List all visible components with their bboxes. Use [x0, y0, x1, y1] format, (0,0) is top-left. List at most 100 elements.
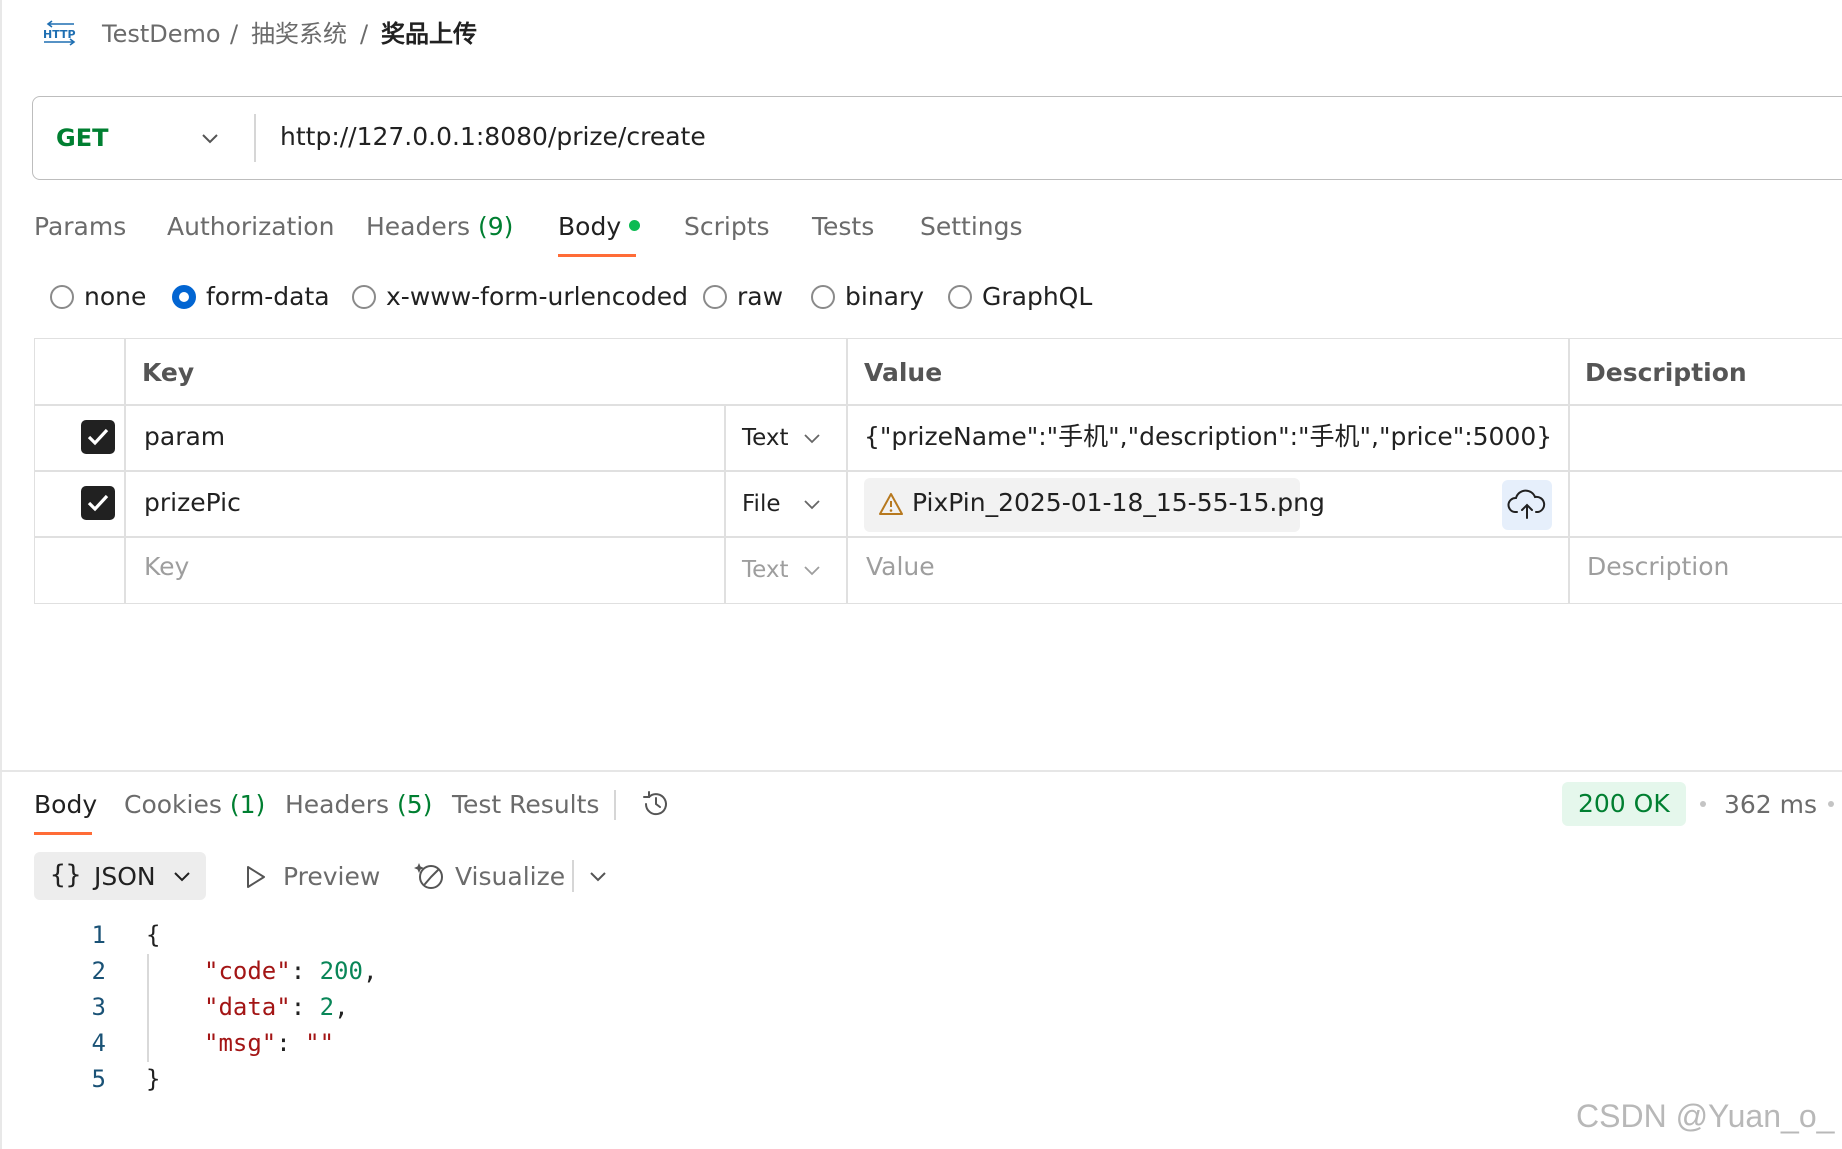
- code-line: "code": 200,: [204, 957, 378, 985]
- json-key: "msg": [204, 1029, 277, 1057]
- row-type-select[interactable]: Text: [742, 422, 789, 454]
- cloud-upload-icon: [1507, 489, 1546, 519]
- chevron-down-icon[interactable]: [802, 428, 822, 448]
- check-icon: [87, 428, 109, 446]
- response-tab-body[interactable]: Body: [34, 788, 97, 822]
- row-type-select[interactable]: File: [742, 488, 781, 520]
- radio-graphql[interactable]: [948, 285, 972, 309]
- json-punct: ,: [362, 957, 378, 985]
- code-line: "msg": "": [204, 1029, 335, 1057]
- response-tab-headers[interactable]: Headers (5): [285, 788, 432, 822]
- row-value[interactable]: {"prizeName":"手机","description":"手机","pr…: [864, 420, 1554, 454]
- code-line: {: [146, 921, 161, 949]
- breadcrumb-folder[interactable]: 抽奖系统: [251, 18, 347, 50]
- json-braces-icon: {}: [50, 860, 82, 890]
- tab-settings[interactable]: Settings: [920, 210, 1023, 244]
- table-divider: [34, 470, 1842, 472]
- divider: [572, 860, 574, 892]
- chevron-down-icon[interactable]: [588, 866, 608, 886]
- upload-file-button[interactable]: [1502, 480, 1552, 530]
- watermark: CSDN @Yuan_o_: [1576, 1098, 1835, 1134]
- http-icon: HTTP: [43, 20, 76, 46]
- response-tab-cookies[interactable]: Cookies (1): [124, 788, 265, 822]
- tab-count: (9): [478, 212, 514, 241]
- tab-params[interactable]: Params: [34, 210, 126, 244]
- play-icon: [247, 866, 265, 888]
- radio-binary[interactable]: [811, 285, 835, 309]
- modified-dot: [629, 220, 641, 231]
- divider: [614, 790, 616, 820]
- row-key[interactable]: prizePic: [144, 486, 241, 520]
- response-tab-test-results[interactable]: Test Results: [452, 788, 599, 822]
- tab-label: Cookies: [124, 790, 222, 819]
- column-header-description: Description: [1585, 358, 1747, 387]
- line-number: 1: [91, 921, 106, 949]
- row-key[interactable]: param: [144, 420, 225, 454]
- tab-authorization[interactable]: Authorization: [167, 210, 334, 244]
- breadcrumb-separator: /: [230, 20, 239, 48]
- active-tab-indicator: [558, 254, 636, 257]
- radio-label-graphql[interactable]: GraphQL: [982, 280, 1092, 314]
- chevron-down-icon[interactable]: [802, 560, 822, 580]
- radio-form-data[interactable]: [172, 285, 196, 309]
- indent-guide: [147, 954, 149, 1062]
- table-divider: [724, 404, 726, 604]
- separator-dot: [1828, 801, 1834, 807]
- radio-raw[interactable]: [703, 285, 727, 309]
- new-key-input[interactable]: Key: [144, 550, 189, 584]
- chevron-down-icon: [174, 872, 190, 882]
- breadcrumb-workspace[interactable]: TestDemo: [102, 18, 221, 50]
- radio-urlencoded[interactable]: [352, 285, 376, 309]
- column-header-key: Key: [142, 358, 195, 387]
- code-line: }: [146, 1065, 161, 1093]
- json-key: "data": [204, 993, 291, 1021]
- row-checkbox[interactable]: [81, 420, 115, 454]
- chevron-down-icon[interactable]: [200, 128, 220, 148]
- warning-icon: [879, 493, 903, 515]
- chevron-down-icon[interactable]: [802, 494, 822, 514]
- tab-label: Headers: [366, 212, 471, 241]
- tab-body[interactable]: Body: [558, 210, 641, 244]
- new-type-select[interactable]: Text: [742, 554, 789, 586]
- left-border: [0, 0, 2, 1149]
- status-badge: 200 OK: [1562, 782, 1686, 826]
- format-label: JSON: [94, 862, 156, 891]
- check-icon: [87, 494, 109, 512]
- new-description-input[interactable]: Description: [1587, 550, 1729, 584]
- preview-button[interactable]: Preview: [283, 860, 380, 894]
- separator-dot: [1700, 801, 1706, 807]
- tab-scripts[interactable]: Scripts: [684, 210, 770, 244]
- new-value-input[interactable]: Value: [866, 550, 935, 584]
- history-icon[interactable]: [640, 788, 672, 820]
- table-divider: [34, 404, 1842, 406]
- tab-headers[interactable]: Headers (9): [366, 210, 513, 244]
- radio-label-none[interactable]: none: [84, 280, 146, 314]
- line-number: 2: [91, 957, 106, 985]
- radio-label-urlencoded[interactable]: x-www-form-urlencoded: [386, 280, 688, 314]
- line-number: 3: [91, 993, 106, 1021]
- table-divider: [34, 536, 1842, 538]
- visualize-button[interactable]: Visualize: [455, 860, 565, 894]
- json-key: "code": [204, 957, 291, 985]
- radio-label-raw[interactable]: raw: [737, 280, 783, 314]
- line-number: 4: [91, 1029, 106, 1057]
- radio-label-form-data[interactable]: form-data: [206, 280, 330, 314]
- breadcrumb-separator: /: [360, 20, 369, 48]
- line-number: 5: [91, 1065, 106, 1093]
- visualize-icon: [414, 863, 443, 889]
- response-time: 362 ms: [1724, 790, 1818, 819]
- json-punct: ,: [334, 993, 349, 1021]
- tab-tests[interactable]: Tests: [812, 210, 874, 244]
- json-value: 200: [319, 957, 363, 985]
- divider: [254, 114, 256, 162]
- row-checkbox[interactable]: [81, 486, 115, 520]
- json-value: "": [305, 1029, 335, 1057]
- table-divider: [124, 338, 126, 604]
- radio-none[interactable]: [50, 285, 74, 309]
- url-input[interactable]: http://127.0.0.1:8080/prize/create: [280, 120, 706, 154]
- response-divider: [0, 770, 1842, 772]
- tab-label: Headers: [285, 790, 390, 819]
- method-select[interactable]: GET: [56, 122, 108, 154]
- column-header-value: Value: [864, 358, 943, 387]
- radio-label-binary[interactable]: binary: [845, 280, 924, 314]
